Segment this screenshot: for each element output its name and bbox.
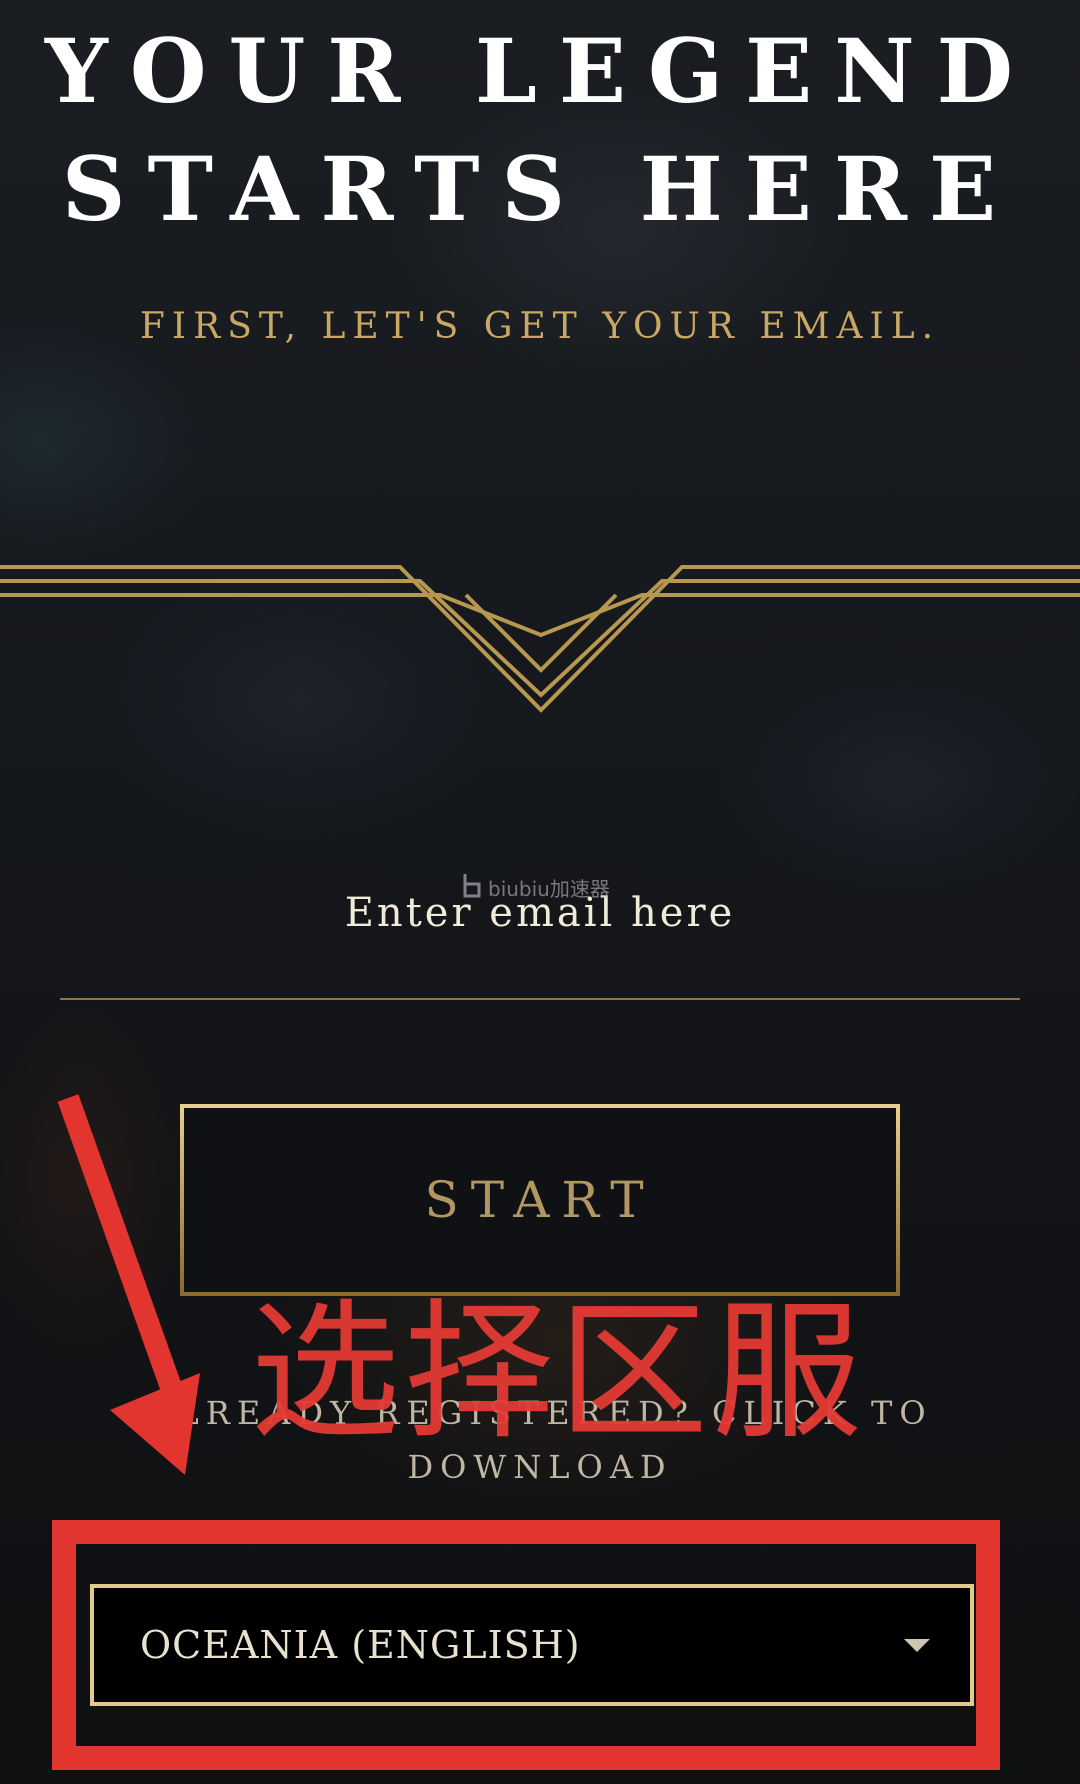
region-select-value: OCEANIA (ENGLISH) bbox=[140, 1623, 581, 1667]
title-line-1: YOUR LEGEND bbox=[45, 19, 1035, 123]
watermark-text: biubiu加速器 bbox=[488, 876, 610, 901]
biubiu-logo-icon bbox=[463, 874, 481, 898]
title-line-2: STARTS HERE bbox=[61, 137, 1019, 241]
region-select[interactable]: OCEANIA (ENGLISH) bbox=[90, 1584, 974, 1706]
watermark: biubiu加速器 bbox=[460, 872, 610, 902]
gold-divider-ornament bbox=[0, 565, 1080, 713]
red-arrow-annotation bbox=[57, 1094, 200, 1475]
subtitle: FIRST, LET'S GET YOUR EMAIL. bbox=[139, 306, 941, 347]
page-title: YOUR LEGEND STARTS HERE bbox=[0, 12, 1080, 248]
annotation-text: 选择区服 bbox=[250, 1286, 867, 1460]
start-button-label: START bbox=[424, 1171, 656, 1229]
start-button[interactable]: START bbox=[180, 1104, 900, 1296]
chevron-down-icon bbox=[904, 1638, 930, 1652]
